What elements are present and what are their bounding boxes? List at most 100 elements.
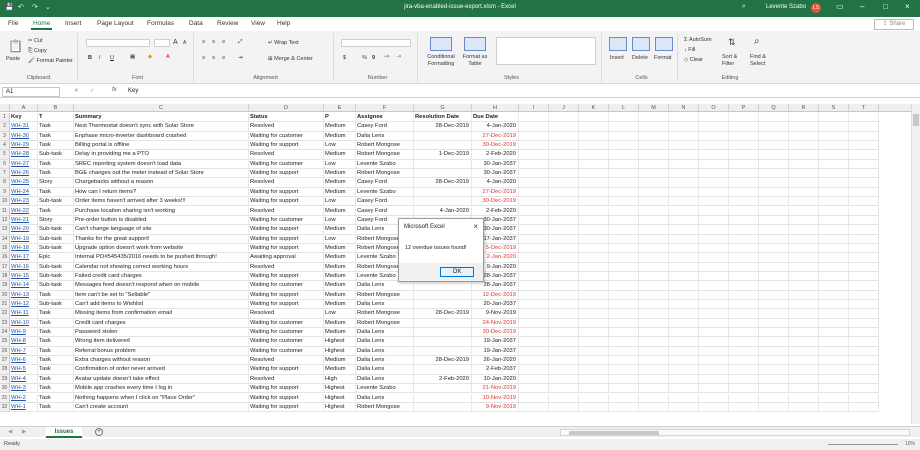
find-icon[interactable]: ⌕ <box>754 36 760 47</box>
summary-cell[interactable]: Confirmation of order never arrived <box>74 365 249 375</box>
empty-cell[interactable] <box>549 346 579 357</box>
resolution-date-cell[interactable]: 28-Dec-2019 <box>414 122 472 132</box>
empty-cell[interactable] <box>639 356 669 366</box>
assignee-cell[interactable]: Dalia Lens <box>356 374 414 385</box>
empty-cell[interactable] <box>759 122 789 132</box>
key-cell[interactable]: WH-13 <box>10 290 38 300</box>
empty-cell[interactable] <box>549 281 579 291</box>
empty-cell[interactable] <box>849 337 879 347</box>
status-cell[interactable]: Waiting for customer <box>249 159 324 170</box>
summary-cell[interactable]: Internal PO#545435/2016 needs to be push… <box>74 253 249 263</box>
assignee-cell[interactable]: Robert Mongose <box>356 141 414 151</box>
resolution-date-cell[interactable]: 28-Dec-2019 <box>414 356 472 366</box>
status-cell[interactable]: Waiting for support <box>249 271 324 282</box>
priority-cell[interactable]: Low <box>324 309 356 319</box>
empty-cell[interactable] <box>609 290 639 300</box>
maximize-icon[interactable]: □ <box>883 2 888 11</box>
empty-cell[interactable] <box>819 300 849 310</box>
tab-file[interactable]: File <box>8 20 18 27</box>
empty-cell[interactable] <box>609 225 639 235</box>
empty-cell[interactable] <box>549 384 579 394</box>
row-header[interactable]: 19 <box>0 281 10 291</box>
type-cell[interactable]: Sub-task <box>38 281 74 291</box>
header-cell[interactable]: T <box>38 113 74 123</box>
status-cell[interactable]: Waiting for support <box>249 197 324 207</box>
fill-color-icon[interactable]: ◆ <box>148 54 152 60</box>
type-cell[interactable]: Sub-task <box>38 150 74 160</box>
empty-cell[interactable] <box>699 281 729 291</box>
empty-cell[interactable] <box>729 141 759 151</box>
summary-cell[interactable]: BGE changes out the meter instead of Sol… <box>74 169 249 179</box>
type-cell[interactable]: Task <box>38 290 74 300</box>
column-header-J[interactable]: J <box>549 104 579 112</box>
empty-cell[interactable] <box>819 178 849 188</box>
empty-cell[interactable] <box>849 215 879 226</box>
empty-cell[interactable] <box>609 309 639 319</box>
due-date-cell[interactable]: 21-Nov-2019 <box>472 384 519 394</box>
empty-cell[interactable] <box>819 337 849 347</box>
status-cell[interactable]: Waiting for support <box>249 384 324 394</box>
grow-font-button[interactable]: A <box>173 39 178 46</box>
key-cell[interactable]: WH-25 <box>10 178 38 188</box>
column-header-O[interactable]: O <box>699 104 729 112</box>
paste-button[interactable]: Paste <box>6 56 20 62</box>
empty-cell[interactable] <box>669 337 699 347</box>
empty-cell[interactable] <box>519 271 549 282</box>
empty-cell[interactable] <box>819 122 849 132</box>
empty-cell[interactable] <box>669 262 699 272</box>
empty-cell[interactable] <box>669 150 699 160</box>
empty-cell[interactable] <box>819 271 849 282</box>
empty-cell[interactable] <box>819 262 849 272</box>
empty-cell[interactable] <box>819 131 849 142</box>
empty-cell[interactable] <box>849 328 879 338</box>
empty-cell[interactable] <box>579 328 609 338</box>
empty-cell[interactable] <box>729 281 759 291</box>
empty-cell[interactable] <box>579 215 609 226</box>
empty-cell[interactable] <box>579 318 609 329</box>
empty-cell[interactable] <box>609 178 639 188</box>
find-select-button[interactable]: Find & Select <box>750 54 774 68</box>
empty-cell[interactable] <box>549 262 579 272</box>
summary-cell[interactable]: Nest Thermostat doesn't sync with Solar … <box>74 122 249 132</box>
summary-cell[interactable]: Upgrade option doesn't work from website <box>74 243 249 254</box>
tab-page-layout[interactable]: Page Layout <box>97 20 134 27</box>
empty-cell[interactable] <box>729 337 759 347</box>
row-header[interactable]: 4 <box>0 141 10 151</box>
empty-cell[interactable] <box>609 169 639 179</box>
type-cell[interactable]: Task <box>38 374 74 385</box>
empty-cell[interactable] <box>819 346 849 357</box>
empty-cell[interactable] <box>729 309 759 319</box>
empty-cell[interactable] <box>579 384 609 394</box>
empty-cell[interactable] <box>669 328 699 338</box>
priority-cell[interactable]: Low <box>324 159 356 170</box>
empty-cell[interactable] <box>759 393 789 403</box>
empty-cell[interactable] <box>819 309 849 319</box>
empty-cell[interactable] <box>579 243 609 254</box>
empty-cell[interactable] <box>849 262 879 272</box>
empty-cell[interactable] <box>609 318 639 329</box>
empty-cell[interactable] <box>789 187 819 198</box>
resolution-date-cell[interactable] <box>414 402 472 413</box>
empty-cell[interactable] <box>819 141 849 151</box>
empty-cell[interactable] <box>729 384 759 394</box>
empty-cell[interactable] <box>519 300 549 310</box>
comma-button[interactable]: 9 <box>372 55 375 61</box>
empty-cell[interactable] <box>549 178 579 188</box>
status-cell[interactable]: Waiting for customer <box>249 215 324 226</box>
priority-cell[interactable]: Highest <box>324 384 356 394</box>
empty-cell[interactable] <box>759 113 789 123</box>
empty-cell[interactable] <box>849 346 879 357</box>
priority-cell[interactable]: Medium <box>324 365 356 375</box>
priority-cell[interactable]: Medium <box>324 178 356 188</box>
row-header[interactable]: 17 <box>0 262 10 272</box>
type-cell[interactable]: Sub-task <box>38 234 74 244</box>
summary-cell[interactable]: Extra charges without reason <box>74 356 249 366</box>
select-all-corner[interactable] <box>0 104 10 112</box>
formula-input[interactable]: Key <box>128 87 913 97</box>
add-sheet-button[interactable]: + <box>95 428 103 436</box>
column-header-Q[interactable]: Q <box>759 104 789 112</box>
assignee-cell[interactable]: Robert Mongose <box>356 309 414 319</box>
empty-cell[interactable] <box>759 243 789 254</box>
row-header[interactable]: 12 <box>0 215 10 226</box>
empty-cell[interactable] <box>759 318 789 329</box>
